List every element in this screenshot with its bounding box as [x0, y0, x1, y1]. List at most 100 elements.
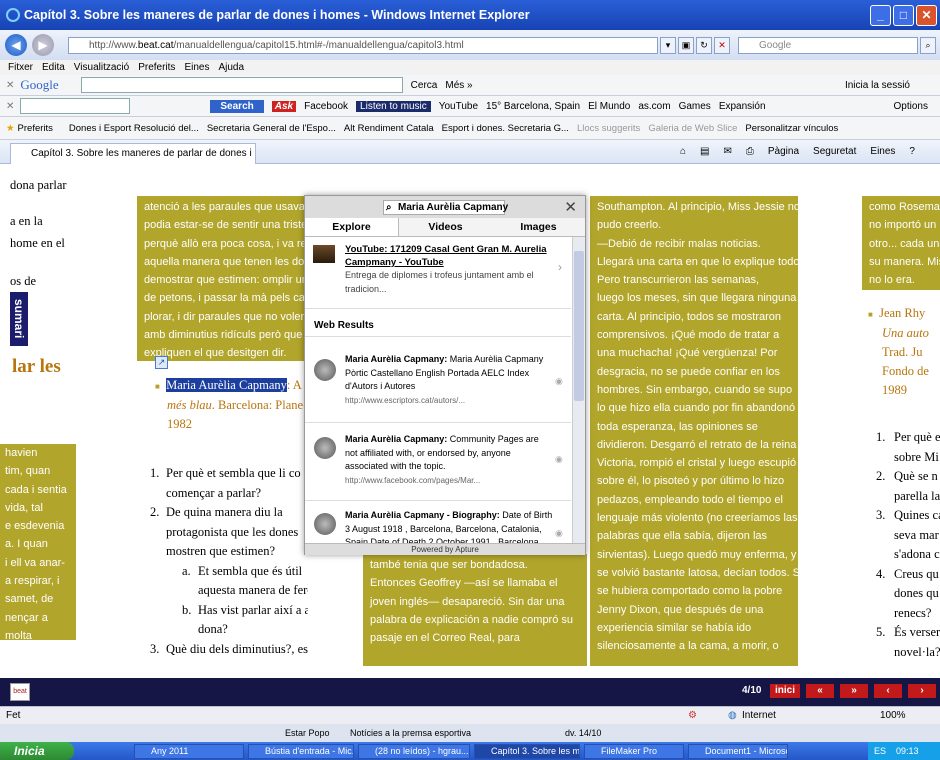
print-icon[interactable]: ⎙: [746, 146, 754, 157]
games-button[interactable]: Games: [679, 101, 711, 112]
zone-text: Internet: [742, 710, 776, 721]
task-any2011[interactable]: Any 2011: [134, 743, 244, 759]
home-icon[interactable]: ⌂: [680, 146, 686, 157]
video-result[interactable]: YouTube: 171209 Casal Gent Gran M. Aurel…: [305, 237, 571, 309]
expansion-button[interactable]: Expansión: [719, 101, 766, 112]
close-toolbar-icon[interactable]: ✕: [6, 80, 14, 91]
ask-logo[interactable]: Ask: [271, 100, 297, 112]
web-result[interactable]: Maria Aurèlia Capmany: Community Pages a…: [305, 423, 571, 501]
close-toolbar-icon[interactable]: ✕: [6, 101, 14, 112]
mail-icon[interactable]: ✉: [724, 146, 732, 157]
task-word[interactable]: Document1 - Microsof...: [688, 743, 788, 759]
menu-edit[interactable]: Edita: [42, 62, 65, 73]
weather-button[interactable]: 15° Barcelona, Spain: [486, 101, 580, 112]
menu-file[interactable]: Fitxer: [8, 62, 33, 73]
beat-logo[interactable]: beat: [10, 683, 30, 701]
last-page-button[interactable]: »: [840, 684, 868, 698]
google-search-button[interactable]: Cerca: [411, 80, 438, 91]
feeds-icon[interactable]: ▤: [700, 146, 709, 157]
youtube-button[interactable]: YouTube: [439, 101, 478, 112]
scrollbar-thumb[interactable]: [574, 251, 584, 401]
close-icon[interactable]: ✕: [564, 198, 577, 216]
url-dropdown-icon[interactable]: ▾: [660, 37, 676, 54]
tab-current[interactable]: Capítol 3. Sobre les maneres de parlar d…: [10, 143, 256, 164]
maximize-button[interactable]: □: [893, 5, 914, 26]
text-line: nençar a: [5, 611, 48, 624]
fav-item-1[interactable]: Dones i Esport Resolució del...: [69, 123, 199, 134]
next-page-button[interactable]: ›: [908, 684, 936, 698]
options-button[interactable]: Options: [894, 101, 928, 112]
tools-menu[interactable]: Eines: [870, 146, 895, 157]
close-button[interactable]: ✕: [916, 5, 937, 26]
q-text: parella la: [894, 488, 940, 503]
ask-search-button[interactable]: Search: [210, 99, 264, 113]
fav-item-3[interactable]: Alt Rendiment Catala: [344, 123, 434, 134]
google-signin[interactable]: Inicia la sessió: [845, 80, 910, 91]
command-bar: ⌂ ▤ ✉ ⎙ Pàgina Seguretat Eines ?: [680, 146, 915, 157]
result-title[interactable]: Maria Aurèlia Capmany:: [345, 434, 447, 444]
stop-icon[interactable]: ✕: [714, 37, 730, 54]
zoom-level[interactable]: 100%: [880, 707, 906, 724]
menu-tools[interactable]: Eines: [184, 62, 209, 73]
safety-menu[interactable]: Seguretat: [813, 146, 856, 157]
browser-search-input[interactable]: Google: [738, 37, 918, 54]
search-icon[interactable]: ⌕: [920, 37, 936, 54]
eye-icon[interactable]: ◉: [555, 375, 563, 389]
eye-icon[interactable]: ◉: [555, 453, 563, 467]
fav-item-6[interactable]: Galeria de Web Slice: [648, 123, 737, 134]
text-span: Estar Popo: [285, 728, 330, 738]
tab-explore[interactable]: Explore: [305, 218, 399, 236]
help-icon[interactable]: ?: [909, 146, 915, 157]
apture-link-icon[interactable]: ↗: [155, 356, 168, 369]
popup-scrollbar[interactable]: [572, 237, 585, 543]
tab-images[interactable]: Images: [492, 218, 585, 236]
fav-item-5[interactable]: Llocs suggerits: [577, 123, 640, 134]
menu-favorites[interactable]: Preferits: [138, 62, 175, 73]
google-search-input[interactable]: [80, 77, 403, 93]
url-input[interactable]: http://www.beat.cat/manualdellengua/capi…: [68, 37, 658, 54]
google-more-button[interactable]: Més »: [445, 80, 472, 91]
inici-button[interactable]: inici: [770, 684, 800, 698]
page-menu[interactable]: Pàgina: [768, 146, 799, 157]
elmundo-button[interactable]: El Mundo: [588, 101, 630, 112]
fav-item-4[interactable]: Esport i dones. Secretaria G...: [442, 123, 569, 134]
q-text: dones qu: [894, 586, 939, 600]
popup-search-input[interactable]: ⌕ Maria Aurèlia Capmany: [383, 200, 508, 215]
ask-search-input[interactable]: [20, 98, 131, 114]
fav-item-7[interactable]: Personalitzar vínculos: [745, 123, 838, 134]
text-line: no lo era.: [869, 274, 915, 287]
menu-view[interactable]: Visualització: [74, 62, 129, 73]
compat-icon[interactable]: ▣: [678, 37, 694, 54]
web-results-label: Web Results: [305, 315, 571, 337]
task-email2[interactable]: (28 no leídos) - hgrau...: [358, 743, 470, 759]
highlighted-author[interactable]: Maria Aurèlia Capmany: [166, 378, 287, 392]
prev-page-button[interactable]: ‹: [874, 684, 902, 698]
result-title[interactable]: Maria Aurèlia Capmany - Biography:: [345, 510, 500, 520]
text-line: joven inglés— desapareció. Sin dar una: [370, 595, 565, 608]
minimize-button[interactable]: _: [870, 5, 891, 26]
listen-music-button[interactable]: Listen to music: [356, 100, 431, 112]
web-result[interactable]: Maria Aurèlia Capmany - Biography: Date …: [305, 501, 571, 543]
sumari-tab[interactable]: sumari: [10, 292, 28, 346]
eye-icon[interactable]: ◉: [555, 527, 563, 541]
favorites-star-icon[interactable]: ★: [6, 123, 15, 134]
task-filemaker[interactable]: FileMaker Pro: [584, 743, 684, 759]
as-button[interactable]: as.com: [638, 101, 670, 112]
start-button[interactable]: Inicia: [0, 742, 74, 760]
forward-button[interactable]: ▶: [32, 34, 54, 56]
task-mail[interactable]: Bústia d'entrada - Mic...: [248, 743, 354, 759]
facebook-button[interactable]: Facebook: [304, 101, 348, 112]
fav-item-2[interactable]: Secretaria General de l'Espo...: [207, 123, 336, 134]
q-text: renecs?: [894, 605, 932, 620]
task-ie[interactable]: Capítol 3. Sobre les m...: [474, 743, 580, 759]
refresh-icon[interactable]: ↻: [696, 37, 712, 54]
first-page-button[interactable]: «: [806, 684, 834, 698]
menu-help[interactable]: Ajuda: [218, 62, 244, 73]
lang-indicator[interactable]: ES: [874, 746, 886, 756]
web-result[interactable]: Maria Aurèlia Capmany: Maria Aurèlia Cap…: [305, 341, 571, 423]
back-button[interactable]: ◀: [5, 34, 27, 56]
result-title[interactable]: Maria Aurèlia Capmany:: [345, 354, 447, 364]
tab-videos[interactable]: Videos: [399, 218, 492, 236]
video-title[interactable]: YouTube: 171209 Casal Gent Gran M. Aurel…: [345, 243, 553, 269]
favorites-button[interactable]: Preferits: [18, 123, 53, 134]
